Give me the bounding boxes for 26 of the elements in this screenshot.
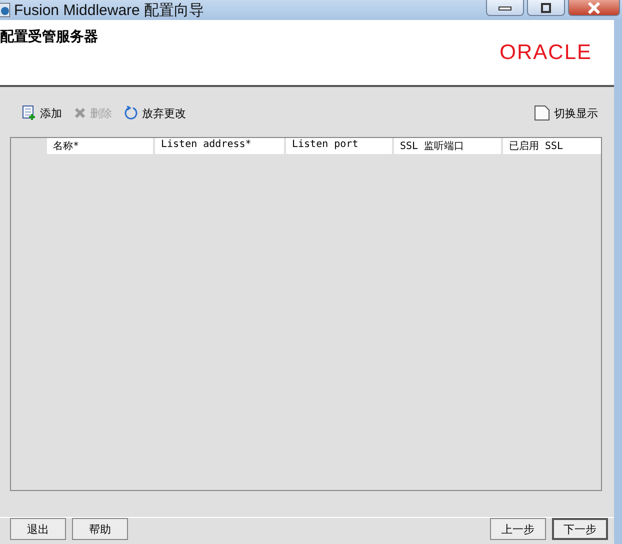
dialog-button[interactable]: 下一步 (552, 518, 608, 540)
toolbar-button[interactable]: 添加 (18, 105, 66, 121)
page-icon (534, 105, 550, 121)
close-icon (587, 2, 601, 14)
add-row-icon (22, 105, 36, 121)
maximize-icon (540, 2, 552, 12)
column-header[interactable]: Listen address* (155, 138, 284, 154)
column-header[interactable]: Listen port (286, 138, 392, 154)
maximize-button[interactable] (527, 0, 565, 16)
oracle-logo: ORACLE (500, 41, 592, 65)
dialog-button[interactable]: 帮助 (72, 518, 128, 540)
column-header[interactable]: 名称* (47, 138, 153, 154)
delete-icon (74, 107, 86, 119)
close-button[interactable] (568, 0, 620, 16)
window-title: Fusion Middleware 配置向导 (14, 0, 204, 20)
toggle-view-button[interactable]: 切换显示 (530, 105, 602, 121)
column-header[interactable]: SSL 监听端口 (394, 138, 501, 154)
minimize-button[interactable] (486, 0, 524, 16)
minimize-icon (498, 4, 512, 10)
globe-icon (0, 3, 10, 17)
dialog-button[interactable]: 退出 (10, 518, 66, 540)
refresh-icon (124, 106, 138, 120)
dialog-button[interactable]: 上一步 (490, 518, 546, 540)
toolbar-button[interactable]: 放弃更改 (120, 106, 190, 120)
page-title: 配置受管服务器 (0, 28, 98, 46)
column-header[interactable]: 已启用 SSL (503, 138, 601, 154)
